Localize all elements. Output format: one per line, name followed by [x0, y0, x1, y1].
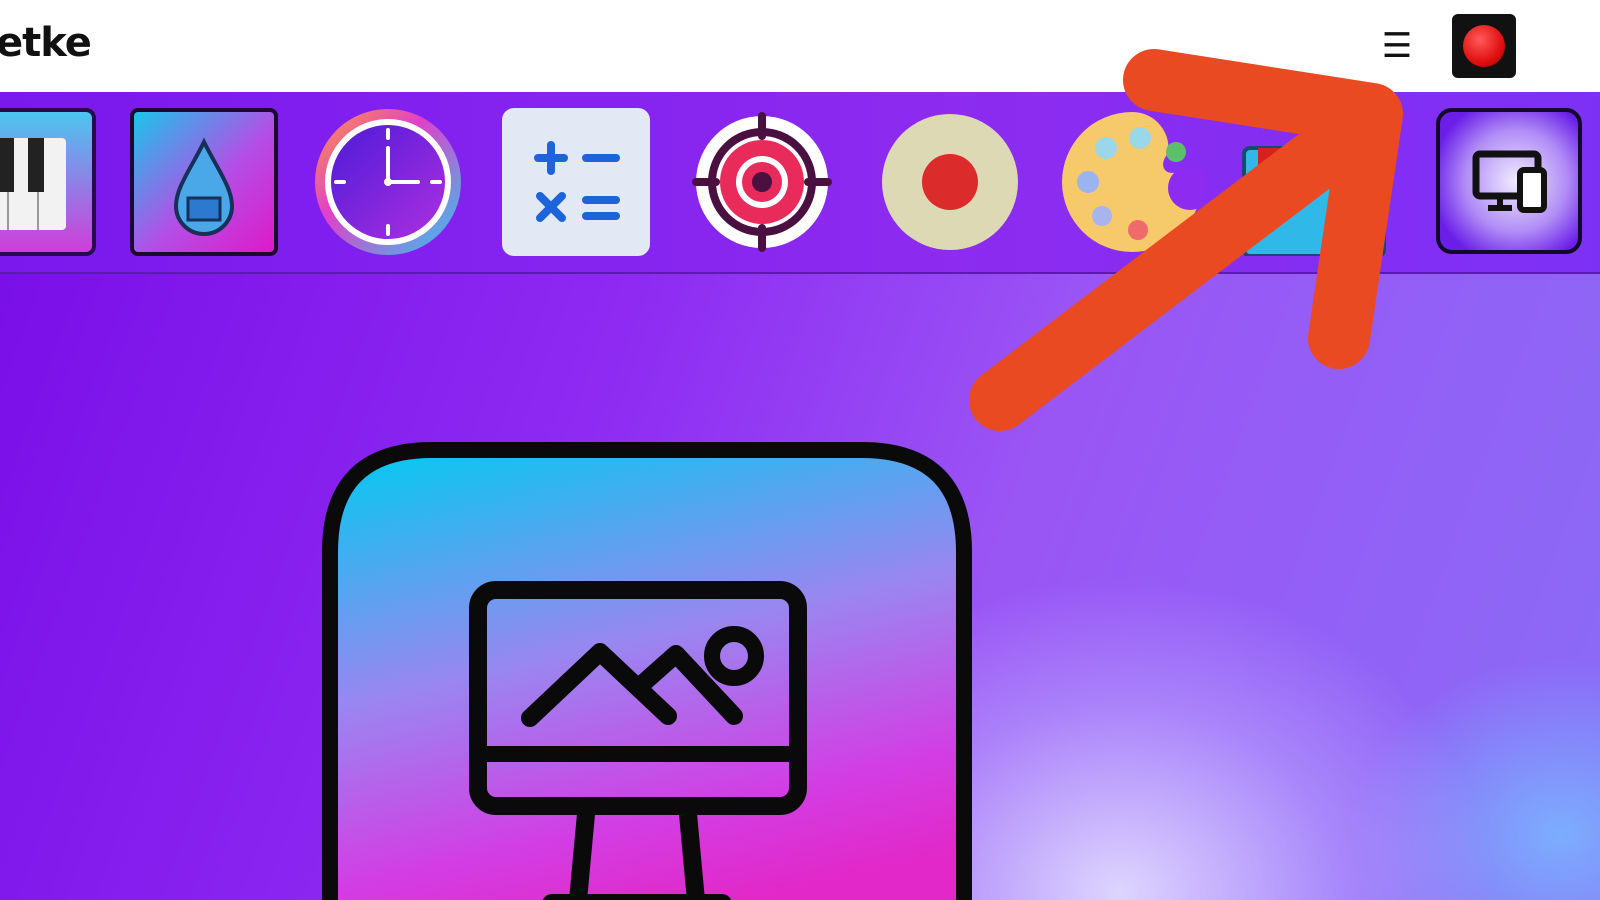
hamburger-menu-icon[interactable]: ☰ — [1380, 28, 1414, 64]
brand-logo-text[interactable]: etke — [0, 20, 92, 66]
top-bar: etke ☰ — [0, 0, 1600, 92]
app-piano[interactable] — [0, 108, 96, 256]
app-devices[interactable] — [1436, 108, 1584, 256]
main-area — [0, 274, 1600, 900]
water-drop-icon — [130, 108, 278, 256]
partial-app-icon — [1242, 146, 1386, 258]
record-button[interactable] — [1452, 14, 1516, 78]
devices-icon — [1436, 108, 1582, 254]
app-calculator[interactable] — [502, 108, 650, 256]
app-dock — [0, 92, 1600, 274]
record-circle-icon — [882, 114, 1018, 250]
app-target[interactable] — [688, 108, 836, 256]
app-water[interactable] — [130, 108, 278, 256]
target-icon — [692, 112, 832, 252]
clock-icon — [315, 109, 461, 255]
desktop-image-icon[interactable] — [322, 442, 982, 900]
app-clock[interactable] — [314, 108, 462, 256]
paint-palette-icon — [1062, 112, 1212, 252]
app-partial[interactable] — [1240, 108, 1388, 258]
record-icon — [1463, 25, 1505, 67]
calculator-icon — [502, 108, 650, 256]
piano-icon — [0, 108, 96, 256]
app-paint[interactable] — [1058, 108, 1212, 256]
app-recorder[interactable] — [876, 108, 1024, 256]
